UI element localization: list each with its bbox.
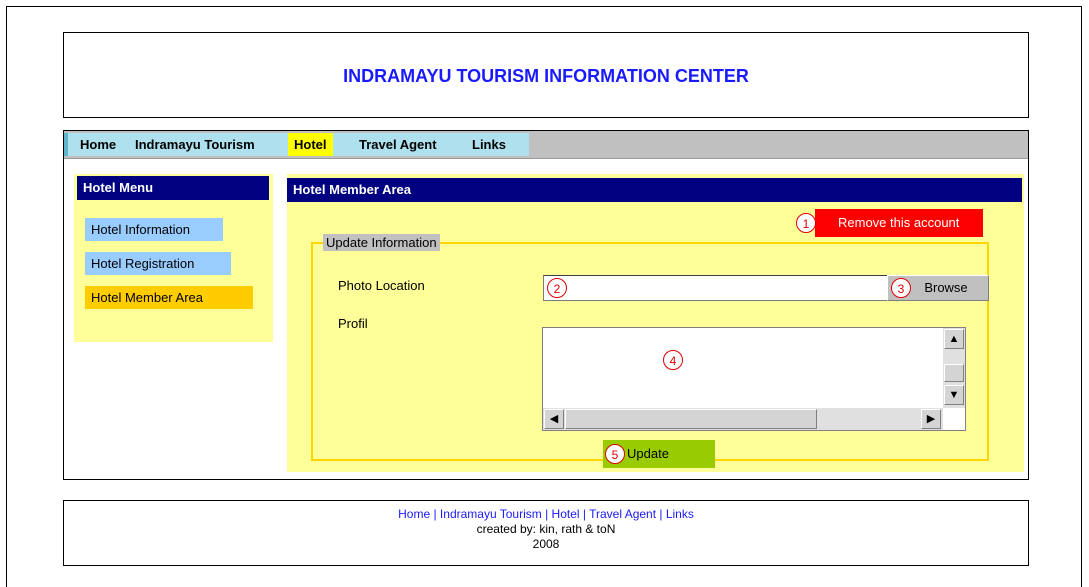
- fieldset-legend: Update Information: [323, 234, 440, 251]
- footer-links[interactable]: Home | Indramayu Tourism | Hotel | Trave…: [64, 507, 1028, 522]
- sidebar-item-hotel-information[interactable]: Hotel Information: [85, 218, 223, 241]
- vertical-scrollbar[interactable]: ▲ ▼: [943, 328, 965, 408]
- footer-credit: created by: kin, rath & toN: [476, 522, 616, 536]
- browse-button[interactable]: 3 Browse: [887, 275, 989, 301]
- update-information-fieldset: Update Information Photo Location 2 3 Br…: [311, 234, 989, 468]
- hotel-menu: Hotel Menu Hotel Information Hotel Regis…: [74, 174, 273, 342]
- callout-number-4: 4: [663, 350, 683, 370]
- scroll-up-icon[interactable]: ▲: [944, 329, 964, 349]
- site-title: INDRAMAYU TOURISM INFORMATION CENTER: [343, 66, 749, 86]
- site-footer: Home | Indramayu Tourism | Hotel | Trave…: [63, 500, 1029, 566]
- sidebar-item-hotel-member-area[interactable]: Hotel Member Area: [85, 286, 253, 309]
- photo-location-label: Photo Location: [338, 278, 425, 293]
- update-label: Update: [627, 446, 669, 461]
- callout-number-2: 2: [547, 278, 567, 298]
- nav-bar: Home Indramayu Tourism Hotel Travel Agen…: [64, 131, 1028, 159]
- nav-item-indramayu-tourism[interactable]: Indramayu Tourism: [129, 133, 261, 156]
- update-button[interactable]: 5 Update: [603, 440, 715, 468]
- browse-label: Browse: [924, 280, 968, 295]
- scroll-corner: [943, 408, 965, 430]
- sidebar-item-hotel-registration[interactable]: Hotel Registration: [85, 252, 231, 275]
- nav-item-links[interactable]: Links: [466, 133, 512, 156]
- nav-item-travel-agent[interactable]: Travel Agent: [353, 133, 443, 156]
- photo-location-input[interactable]: 2: [543, 275, 891, 301]
- callout-number-1: 1: [796, 213, 816, 233]
- site-header: INDRAMAYU TOURISM INFORMATION CENTER: [63, 32, 1029, 118]
- profil-textarea[interactable]: 4 ▲ ▼ ◀ ▶: [542, 327, 966, 431]
- hotel-menu-title: Hotel Menu: [77, 176, 269, 200]
- member-area-panel: Hotel Member Area 1 Remove this account …: [287, 174, 1024, 472]
- footer-year: 2008: [532, 537, 560, 551]
- nav-item-home[interactable]: Home: [74, 133, 122, 156]
- horizontal-scrollbar[interactable]: ◀ ▶: [543, 408, 943, 430]
- vertical-scroll-thumb[interactable]: [944, 364, 964, 382]
- scroll-left-icon[interactable]: ◀: [544, 409, 564, 429]
- remove-account-button[interactable]: 1 Remove this account: [796, 209, 983, 237]
- remove-account-label: Remove this account: [838, 215, 960, 230]
- nav-item-hotel[interactable]: Hotel: [288, 133, 333, 156]
- callout-number-3: 3: [891, 278, 911, 298]
- main-area: Home Indramayu Tourism Hotel Travel Agen…: [63, 130, 1029, 480]
- callout-number-5: 5: [605, 444, 625, 464]
- scroll-down-icon[interactable]: ▼: [944, 385, 964, 405]
- member-area-title: Hotel Member Area: [287, 178, 1022, 202]
- horizontal-scroll-thumb[interactable]: [565, 409, 817, 429]
- scroll-right-icon[interactable]: ▶: [921, 409, 941, 429]
- profil-label: Profil: [338, 316, 368, 331]
